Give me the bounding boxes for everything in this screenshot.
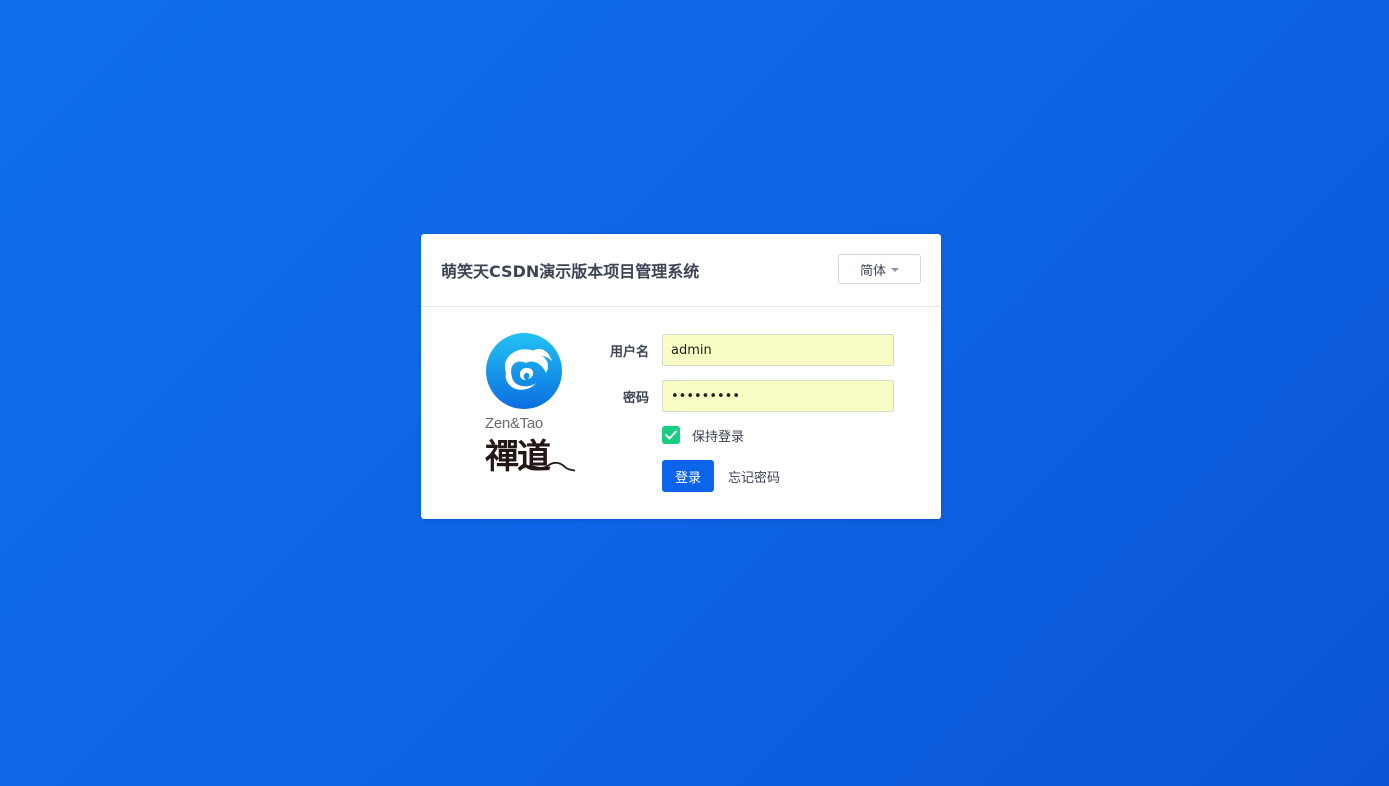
remember-me-label[interactable]: 保持登录: [692, 426, 744, 445]
password-label: 密码: [622, 391, 649, 406]
username-row: 用户名: [581, 334, 901, 366]
logo: Zen&Tao 禪道: [483, 331, 578, 477]
language-label: 简体: [859, 263, 886, 279]
zentao-swirl-logo-icon: [486, 333, 562, 409]
page-title: 萌笑天CSDN演示版本项目管理系统: [441, 262, 700, 281]
password-input[interactable]: [662, 380, 894, 412]
remember-me-checkbox[interactable]: [662, 426, 680, 444]
forgot-password-link[interactable]: 忘记密码: [728, 467, 780, 486]
login-button[interactable]: 登录: [662, 460, 714, 492]
username-input[interactable]: [662, 334, 894, 366]
language-select-button[interactable]: 简体: [838, 254, 921, 284]
remember-me-row[interactable]: 保持登录: [662, 425, 744, 445]
password-row: 密码: [581, 380, 901, 412]
logo-chinese-wordmark: 禪道: [483, 431, 575, 477]
card-header: 萌笑天CSDN演示版本项目管理系统 简体: [421, 234, 941, 307]
login-card: 萌笑天CSDN演示版本项目管理系统 简体 Zen&Tao 禪道 用户名 admi…: [421, 234, 941, 519]
logo-wave-icon: [521, 461, 575, 472]
caret-down-icon: [891, 267, 899, 272]
checkmark-icon: [665, 430, 677, 440]
username-label: 用户名: [609, 345, 649, 360]
